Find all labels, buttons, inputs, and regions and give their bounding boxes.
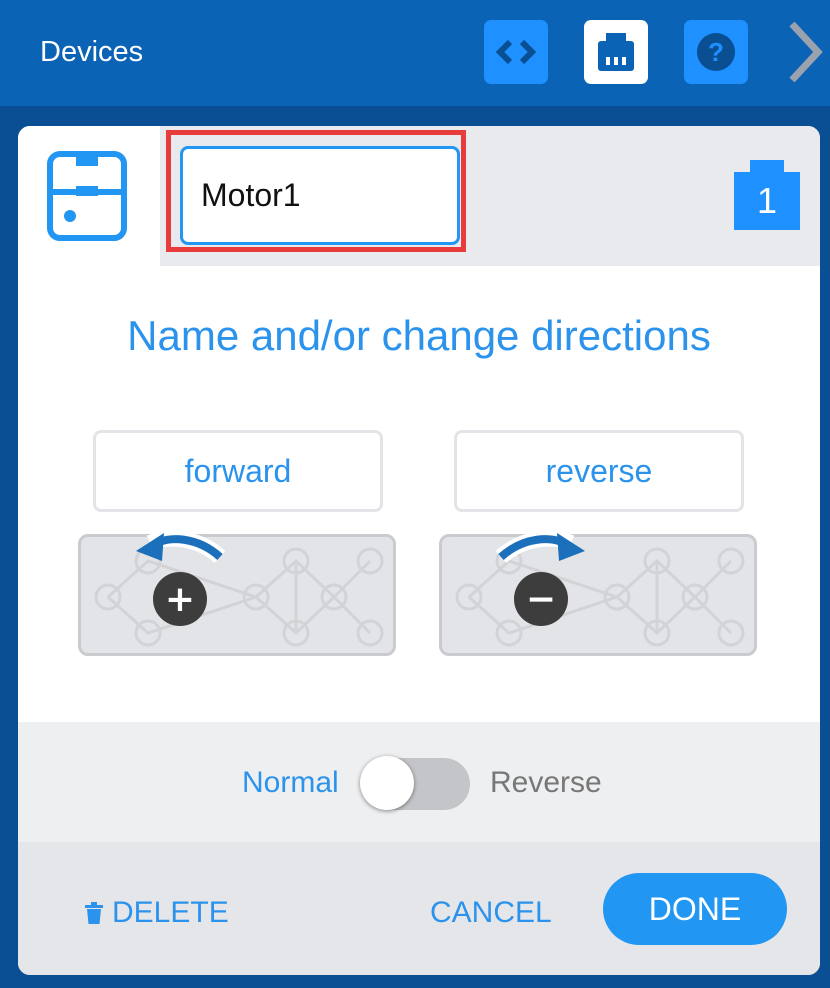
toggle-reverse-label: Reverse	[490, 766, 602, 799]
toggle-knob[interactable]	[360, 756, 414, 810]
reverse-label-button[interactable]: reverse	[454, 430, 744, 512]
direction-toggle-switch[interactable]	[360, 756, 472, 810]
forward-plus-symbol: +	[165, 579, 195, 620]
help-icon: ?	[697, 33, 735, 71]
motor-device-icon	[47, 151, 127, 241]
dialog-heading: Name and/or change directions	[127, 312, 711, 359]
help-button[interactable]: ?	[684, 20, 748, 84]
reverse-minus-symbol: −	[526, 579, 556, 620]
app-header: Devices ?	[0, 0, 830, 106]
cancel-button[interactable]: CANCEL	[430, 896, 552, 930]
port-number: 1	[756, 180, 778, 221]
port-badge: 1	[734, 160, 800, 230]
trash-icon	[85, 902, 103, 924]
done-button[interactable]: DONE	[603, 873, 787, 945]
toggle-normal-label: Normal	[242, 766, 339, 799]
svg-text:?: ?	[708, 37, 724, 67]
device-name-input[interactable]	[180, 146, 460, 245]
reverse-rotation-graphic: −	[455, 530, 745, 647]
device-icon-tile	[18, 126, 160, 266]
page-title: Devices	[40, 36, 144, 68]
forward-label-button[interactable]: forward	[93, 430, 383, 512]
device-port-icon	[598, 33, 634, 71]
code-brackets-icon	[496, 39, 536, 65]
dialog-topbar: 1	[18, 126, 820, 266]
devices-button[interactable]	[584, 20, 648, 84]
reverse-motor-tile[interactable]: −	[439, 530, 757, 656]
code-view-button[interactable]	[484, 20, 548, 84]
forward-motor-tile[interactable]: +	[78, 530, 396, 656]
chevron-right-icon[interactable]	[782, 20, 826, 84]
forward-rotation-graphic: +	[94, 530, 384, 647]
device-config-dialog: 1 Name and/or change directions forward …	[18, 126, 820, 975]
delete-label: DELETE	[112, 896, 229, 929]
delete-button[interactable]: DELETE	[84, 896, 229, 930]
